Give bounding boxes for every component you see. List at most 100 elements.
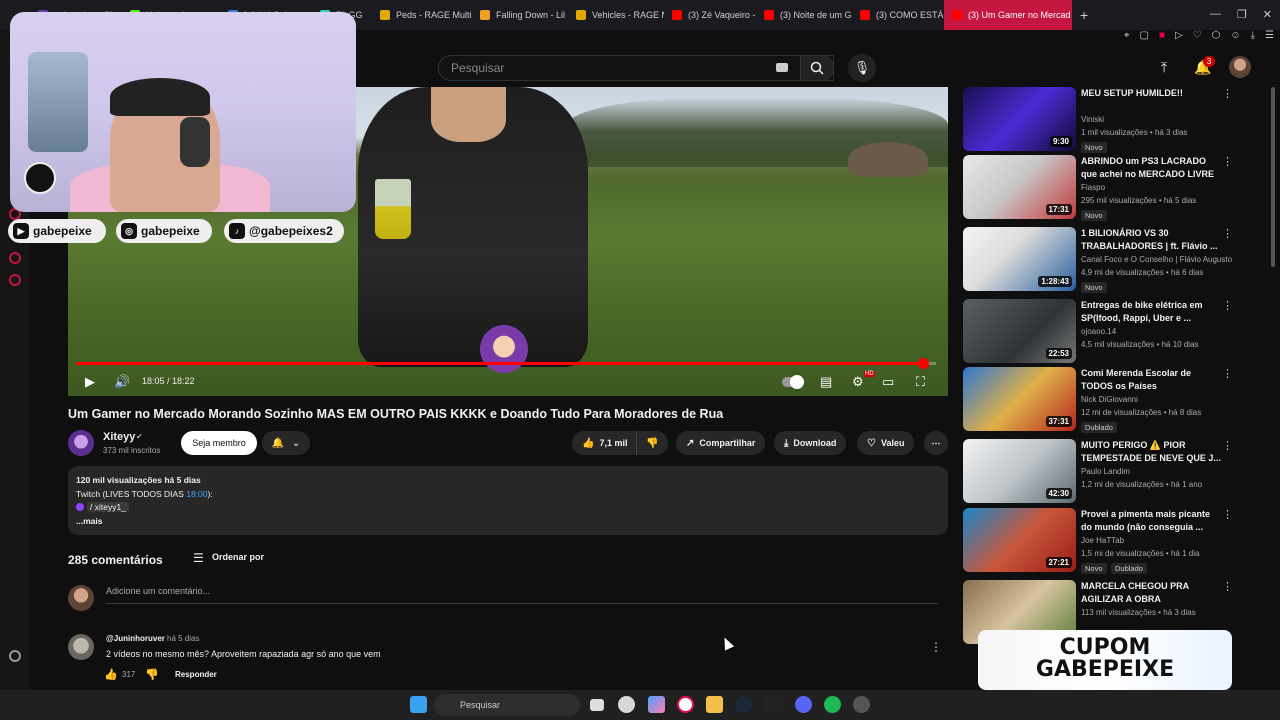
volume-icon[interactable]: 🔊	[114, 374, 130, 390]
more-options-icon[interactable]: ⋮	[1222, 580, 1233, 593]
video-thumbnail[interactable]: 42:30	[963, 439, 1076, 503]
recommended-video[interactable]: 1:28:43 1 BILIONÁRIO VS 30 TRABALHADORES …	[963, 227, 1263, 293]
maximize-icon[interactable]: ❐	[1237, 8, 1247, 21]
minimize-icon[interactable]: —	[1210, 8, 1221, 21]
recommended-video-title[interactable]: Provei a pimenta mais picante do mundo (…	[1081, 508, 1221, 533]
close-icon[interactable]: ✕	[1263, 8, 1272, 21]
browser-tab[interactable]: Falling Down - Lil	[472, 0, 568, 30]
menu-icon[interactable]: ☰	[1265, 30, 1274, 44]
recommended-video-channel[interactable]: Joe HaTTab	[1081, 536, 1124, 545]
download-button[interactable]: ⤓ Download	[774, 431, 847, 455]
windows-start-icon[interactable]	[410, 696, 427, 713]
captions-icon[interactable]: ▤	[820, 374, 832, 390]
join-button[interactable]: Seja membro	[181, 431, 257, 455]
commenter-avatar[interactable]	[68, 634, 94, 660]
dislike-button[interactable]: 👎	[636, 431, 668, 455]
more-options-icon[interactable]: ⋮	[1222, 155, 1233, 168]
more-options-icon[interactable]: ⋮	[1222, 508, 1233, 521]
recommended-video[interactable]: 9:30 MEU SETUP HUMILDE!! Viniski 1 mil visu…	[963, 87, 1263, 153]
browser-tab[interactable]: (3) Zé Vaqueiro -	[664, 0, 756, 30]
steam-icon[interactable]	[735, 696, 752, 713]
more-options-icon[interactable]: ⋮	[1222, 87, 1233, 100]
share-button[interactable]: ↗ Compartilhar	[676, 431, 766, 455]
more-actions-button[interactable]: ⋯	[924, 431, 948, 455]
play-icon[interactable]: ▷	[1175, 30, 1183, 44]
recommended-video-title[interactable]: Comi Merenda Escolar de TODOS os Países	[1081, 367, 1221, 392]
recommended-video[interactable]: 37:31 Comi Merenda Escolar de TODOS os Pa…	[963, 367, 1263, 433]
recommended-video-channel[interactable]: Fiaspo	[1081, 183, 1105, 192]
extensions-icon[interactable]: ⬡	[1212, 30, 1221, 44]
app-icon-4[interactable]	[853, 696, 870, 713]
browser-tab[interactable]: (3) Um Gamer no Mercad	[944, 0, 1072, 30]
sidebar-settings-icon[interactable]	[9, 274, 21, 286]
recommended-video-title[interactable]: MUITO PERIGO ⚠️ PIOR TEMPESTADE DE NEVE …	[1081, 439, 1221, 464]
spotify-icon[interactable]	[824, 696, 841, 713]
more-options-icon[interactable]: ⋮	[1222, 227, 1233, 240]
show-more-link[interactable]: ...mais	[76, 516, 102, 526]
opera-gx-icon[interactable]	[677, 696, 694, 713]
video-thumbnail[interactable]: 17:31	[963, 155, 1076, 219]
video-thumbnail[interactable]: 37:31	[963, 367, 1076, 431]
fullscreen-icon[interactable]: ⛶	[916, 374, 925, 390]
description-box[interactable]: 120 mil visualizações há 5 dias Twitch (…	[68, 466, 948, 535]
recommended-video[interactable]: 27:21 Provei a pimenta mais picante do mu…	[963, 508, 1263, 574]
heart-icon[interactable]: ♡	[1193, 30, 1202, 44]
recommended-video-title[interactable]: MEU SETUP HUMILDE!!	[1081, 87, 1221, 100]
recommended-video-title[interactable]: MARCELA CHEGOU PRA AGILIZAR A OBRA	[1081, 580, 1221, 605]
sort-icon[interactable]: ☰	[193, 551, 204, 565]
reply-button[interactable]: Responder	[175, 670, 217, 679]
video-thumbnail[interactable]: 1:28:43	[963, 227, 1076, 291]
comment-time[interactable]: há 5 dias	[167, 634, 199, 643]
task-view-icon[interactable]	[590, 699, 604, 711]
upload-icon[interactable]: ⤒	[1161, 59, 1167, 76]
discord-icon[interactable]	[795, 696, 812, 713]
mic-button[interactable]: 🎙	[848, 54, 876, 82]
more-options-icon[interactable]: ⋮	[1222, 299, 1233, 312]
video-thumbnail[interactable]: 9:30	[963, 87, 1076, 151]
comment-input[interactable]: Adicione um comentário...	[106, 586, 938, 604]
sidebar-home-icon[interactable]	[9, 252, 21, 264]
comment-like-icon[interactable]: 👍	[104, 668, 118, 681]
recommended-video-channel[interactable]: ojoaoo.14	[1081, 327, 1116, 336]
search-button[interactable]	[800, 55, 834, 81]
more-options-icon[interactable]: ⋮	[1222, 439, 1233, 452]
screenshot-icon[interactable]: ▢	[1139, 30, 1148, 44]
recommended-video-title[interactable]: 1 BILIONÁRIO VS 30 TRABALHADORES | ft. F…	[1081, 227, 1221, 252]
sidebar-gx-icon[interactable]	[9, 650, 21, 662]
timestamp-link[interactable]: 18:00	[186, 489, 207, 499]
scrollbar[interactable]	[1271, 87, 1275, 267]
sort-button[interactable]: Ordenar por	[212, 552, 264, 562]
file-explorer-icon[interactable]	[706, 696, 723, 713]
browser-tab[interactable]: (3) Noite de um G	[756, 0, 852, 30]
recommended-video-title[interactable]: Entregas de bike elétrica em SP(Ifood, R…	[1081, 299, 1221, 324]
app-icon-2[interactable]	[648, 696, 665, 713]
pin-icon[interactable]: ⌖	[1124, 30, 1130, 44]
recommended-video-channel[interactable]: Viniski	[1081, 115, 1104, 124]
recommended-video[interactable]: 17:31 ABRINDO um PS3 LACRADO que achei no…	[963, 155, 1263, 221]
browser-tab[interactable]: (3) COMO ESTÁ F	[852, 0, 944, 30]
download-icon[interactable]: ⤓	[1251, 30, 1255, 44]
comment-author[interactable]: @Juninhoruver	[106, 634, 165, 643]
recommended-video[interactable]: 22:53 Entregas de bike elétrica em SP(Ifo…	[963, 299, 1263, 363]
play-button[interactable]: ▶	[85, 374, 95, 390]
channel-avatar[interactable]	[68, 430, 94, 456]
comment-dislike-icon[interactable]: 👎	[145, 668, 159, 681]
more-options-icon[interactable]: ⋮	[1222, 367, 1233, 380]
app-icon-1[interactable]	[618, 696, 635, 713]
taskbar-search[interactable]: Pesquisar	[434, 694, 580, 716]
new-tab-button[interactable]: +	[1072, 7, 1096, 23]
recommended-video-channel[interactable]: Paulo Landim	[1081, 467, 1130, 476]
video-thumbnail[interactable]: 22:53	[963, 299, 1076, 363]
video-thumbnail[interactable]: 27:21	[963, 508, 1076, 572]
twitch-handle-link[interactable]: / xiteyy1_	[87, 502, 129, 512]
channel-name[interactable]: Xiteyy	[103, 431, 135, 443]
browser-tab[interactable]: Peds - RAGE Multi	[372, 0, 472, 30]
app-icon-3[interactable]	[765, 696, 782, 713]
thanks-button[interactable]: ♡ Valeu	[857, 431, 915, 455]
recommended-video-channel[interactable]: Nick DiGiovanni	[1081, 395, 1138, 404]
account-avatar[interactable]	[1229, 56, 1251, 78]
browser-tab[interactable]: Vehicles - RAGE M	[568, 0, 664, 30]
search-input[interactable]: Pesquisar	[438, 55, 834, 81]
autoplay-toggle[interactable]	[782, 375, 804, 389]
theater-mode-icon[interactable]: ▭	[882, 374, 894, 390]
